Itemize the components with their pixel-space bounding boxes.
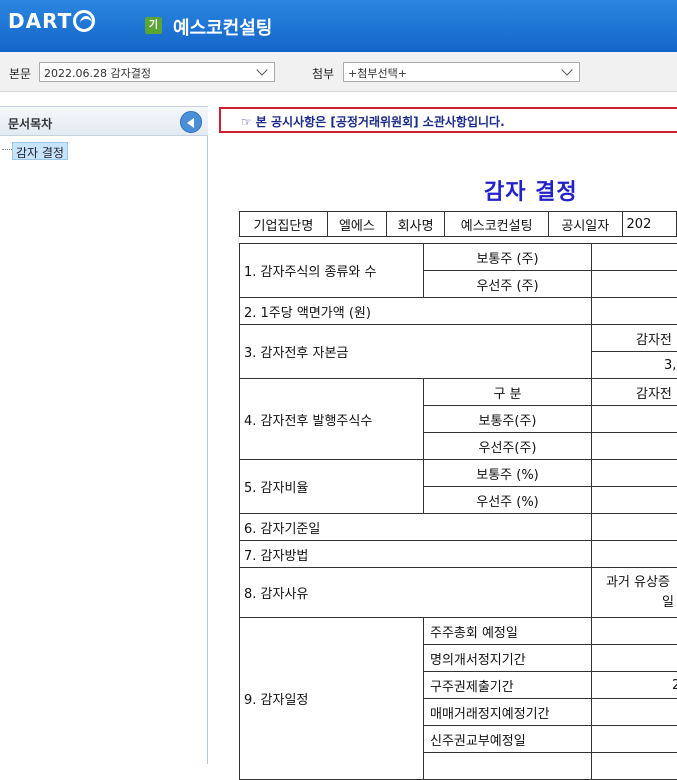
row9-f-value [592, 753, 677, 780]
row9-c-value: 2 [592, 672, 677, 699]
row7-label: 7. 감자방법 [240, 541, 592, 568]
row5-label: 5. 감자비율 [240, 460, 424, 514]
toc-item-reduction[interactable]: 감자 결정 [12, 142, 68, 160]
row1-pref: 우선주 (주) [424, 271, 592, 298]
corp-badge: 기 [145, 17, 162, 34]
row2-value [592, 298, 677, 325]
row8-label: 8. 감자사유 [240, 568, 592, 618]
row1-label: 1. 감자주식의 종류와 수 [240, 244, 424, 298]
row3-label: 3. 감자전후 자본금 [240, 325, 592, 379]
group-value: 엘에스 [327, 212, 386, 237]
attach-label: 첨부 [312, 65, 334, 82]
app-header: DART 기 예스코컨설팅 [0, 0, 677, 52]
row4-pref: 우선주(주) [424, 433, 592, 460]
row9-e-value [592, 726, 677, 753]
row1-pref-value [592, 271, 677, 298]
row4-common: 보통주(주) [424, 406, 592, 433]
document-title: 감자 결정 [484, 174, 578, 206]
chevron-down-icon [256, 64, 267, 75]
toc-header: 문서목차 [0, 106, 208, 136]
row9-c: 구주권제출기간 [424, 672, 592, 699]
row3-before-value: 3, [592, 352, 677, 379]
attach-select[interactable]: +첨부선택+ [343, 62, 580, 82]
row9-d: 매매거래정지예정기간 [424, 699, 592, 726]
row9-d-value [592, 699, 677, 726]
row9-b-value [592, 645, 677, 672]
row5-pref: 우선주 (%) [424, 487, 592, 514]
row1-common: 보통주 (주) [424, 244, 592, 271]
row8-value: 과거 유상증 일 [592, 568, 677, 618]
row9-f [424, 753, 592, 780]
row9-e: 신주권교부예정일 [424, 726, 592, 753]
row4-col-header: 구 분 [424, 379, 592, 406]
row4-pref-value [592, 433, 677, 460]
attach-select-value: +첨부선택+ [348, 67, 407, 80]
row9-label: 9. 감자일정 [240, 618, 424, 780]
row5-pref-value [592, 487, 677, 514]
notice-banner: ☞ 본 공시사항은 [공정거래위원회] 소관사항입니다. [219, 107, 677, 133]
corp-name: 예스코컨설팅 [173, 14, 272, 40]
reduction-table: 1. 감자주식의 종류와 수 보통주 (주) 우선주 (주) 2. 1주당 액면… [239, 243, 677, 780]
logo-ring-icon [73, 10, 95, 32]
row8-value-line2: 일 [606, 593, 677, 613]
document-viewer: ☞ 본 공시사항은 [공정거래위원회] 소관사항입니다. 감자 결정 기업집단명 … [218, 106, 677, 764]
row6-label: 6. 감자기준일 [240, 514, 592, 541]
logo-text: DART [8, 9, 72, 33]
row1-common-value [592, 244, 677, 271]
row5-common: 보통주 (%) [424, 460, 592, 487]
toc-panel: 문서목차 감자 결정 [0, 106, 208, 764]
body-select-value: 2022.06.28 감자결정 [44, 67, 151, 80]
notice-text: 본 공시사항은 [공정거래위원회] 소관사항입니다. [256, 115, 505, 129]
row9-b: 명의개서정지기간 [424, 645, 592, 672]
date-label: 공시일자 [549, 212, 622, 237]
meta-table: 기업집단명 엘에스 회사명 예스코컨설팅 공시일자 202 [239, 211, 677, 237]
row8-value-line1: 과거 유상증 [606, 573, 677, 593]
row4-common-value [592, 406, 677, 433]
row6-value [592, 514, 677, 541]
row9-a-value [592, 618, 677, 645]
toc-title: 문서목차 [8, 115, 52, 132]
pointing-hand-icon: ☞ [241, 115, 252, 129]
chevron-down-icon [561, 64, 572, 75]
row4-label: 4. 감자전후 발행주식수 [240, 379, 424, 460]
toolbar: 본문 2022.06.28 감자결정 첨부 +첨부선택+ [0, 52, 677, 92]
row5-common-value [592, 460, 677, 487]
row7-value [592, 541, 677, 568]
dart-logo[interactable]: DART [8, 9, 95, 33]
date-value: 202 [622, 212, 676, 237]
company-value: 예스코컨설팅 [445, 212, 549, 237]
body-select[interactable]: 2022.06.28 감자결정 [39, 62, 275, 82]
row4-before-header: 감자전 [592, 379, 677, 406]
body-label: 본문 [9, 65, 31, 82]
company-label: 회사명 [386, 212, 444, 237]
row9-a: 주주총회 예정일 [424, 618, 592, 645]
row2-label: 2. 1주당 액면가액 (원) [240, 298, 592, 325]
collapse-left-icon[interactable] [180, 111, 202, 133]
tree-connector [2, 149, 12, 150]
group-label: 기업집단명 [240, 212, 328, 237]
row3-before-header: 감자전 [592, 325, 677, 352]
